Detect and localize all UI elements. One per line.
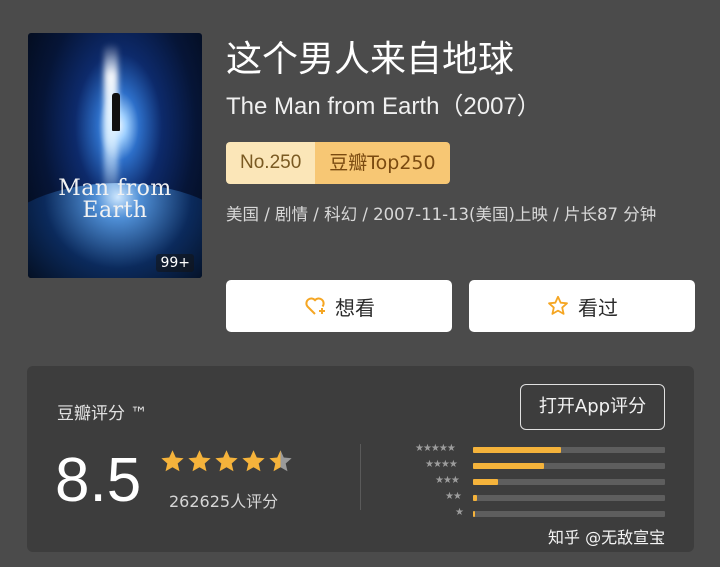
distribution-track [473,463,665,469]
distribution-fill [473,495,477,501]
rating-distribution-row: ★★★ [403,474,673,490]
watched-button[interactable]: 看过 [469,280,695,332]
rating-votes[interactable]: 262625人评分 [169,488,278,512]
distribution-stars-icon: ★★★★★ [415,443,456,454]
heart-plus-icon [305,297,325,315]
rating-distribution-row: ★★★★ [403,458,673,474]
distribution-fill [473,463,545,469]
rating-distribution-row: ★★★★★ [403,442,673,458]
distribution-track [473,511,665,517]
movie-meta-info: 美国 / 剧情 / 科幻 / 2007-11-13(美国)上映 / 片长87 分… [226,205,657,224]
rank-number: No.250 [226,142,316,184]
open-app-rate-button[interactable]: 打开App评分 [520,384,665,430]
distribution-fill [473,511,475,517]
movie-title: 这个男人来自地球 [226,39,515,80]
poster-title: Man from Earth [58,176,172,223]
movie-poster[interactable]: Man from Earth 99+ [28,33,202,278]
watermark: 知乎 @无敌宣宝 [548,524,665,548]
distribution-fill [473,447,562,453]
rank-list-name: 豆瓣Top250 [315,142,450,184]
rank-badge[interactable]: No.250 豆瓣Top250 [226,142,450,184]
want-to-watch-label: 想看 [335,295,375,320]
star-outline-icon [548,295,568,315]
rating-distribution-row: ★★ [403,490,673,506]
rating-label: 豆瓣评分 ™ [57,404,148,424]
distribution-track [473,447,665,453]
poster-photo-count[interactable]: 99+ [156,254,194,272]
watermark-text: 知乎 @无敌宣宝 [548,528,666,547]
rating-star-icon [215,450,238,472]
rating-star-icon [161,450,184,472]
distribution-stars-icon: ★★★ [435,475,460,486]
distribution-stars-icon: ★★ [445,491,462,502]
distribution-track [473,495,665,501]
distribution-stars-icon: ★ [455,507,464,518]
poster-figure [112,93,120,131]
rating-score: 8.5 [55,446,142,515]
rating-star-icon [242,450,265,472]
want-to-watch-button[interactable]: 想看 [226,280,452,332]
rating-star-icon [188,450,211,472]
rating-stars [159,448,294,475]
rating-distribution: ★★★★★ ★★★★ ★★★ ★★ ★ [403,442,673,522]
watched-label: 看过 [578,295,618,320]
rating-star-icon [269,450,292,472]
distribution-fill [473,479,498,485]
rating-divider [360,444,361,510]
rating-distribution-row: ★ [403,506,673,522]
distribution-stars-icon: ★★★★ [425,459,458,470]
distribution-track [473,479,665,485]
movie-original-title: The Man from Earth（2007） [226,93,541,120]
